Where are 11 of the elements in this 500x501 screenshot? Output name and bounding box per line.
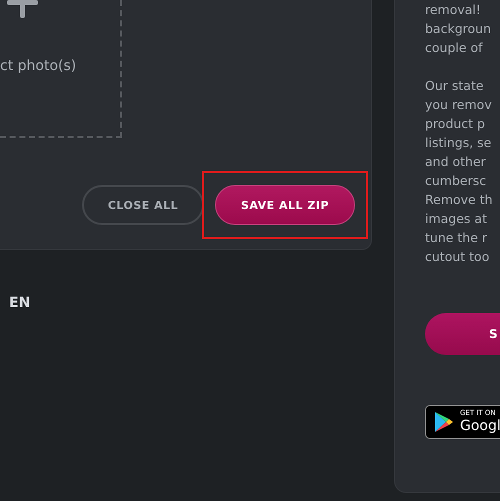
upload-hint: ct photo(s) <box>0 58 78 74</box>
badge-name: Googl <box>460 417 500 435</box>
dropzone[interactable]: ct photo(s) <box>0 0 122 138</box>
play-icon <box>434 411 454 433</box>
description-text: Our state you remov product p listings, se and other cumbersc Remove th images at tune the r cutout too <box>425 77 494 266</box>
plus-icon <box>7 0 39 20</box>
language-selector[interactable]: EN <box>9 295 394 311</box>
description-text: removal! backgroun couple of <box>425 1 492 57</box>
action-button[interactable]: S <box>425 313 500 355</box>
save-button[interactable]: SAVE ALL ZIP <box>215 185 355 225</box>
close-button[interactable]: CLOSE ALL <box>82 185 204 225</box>
